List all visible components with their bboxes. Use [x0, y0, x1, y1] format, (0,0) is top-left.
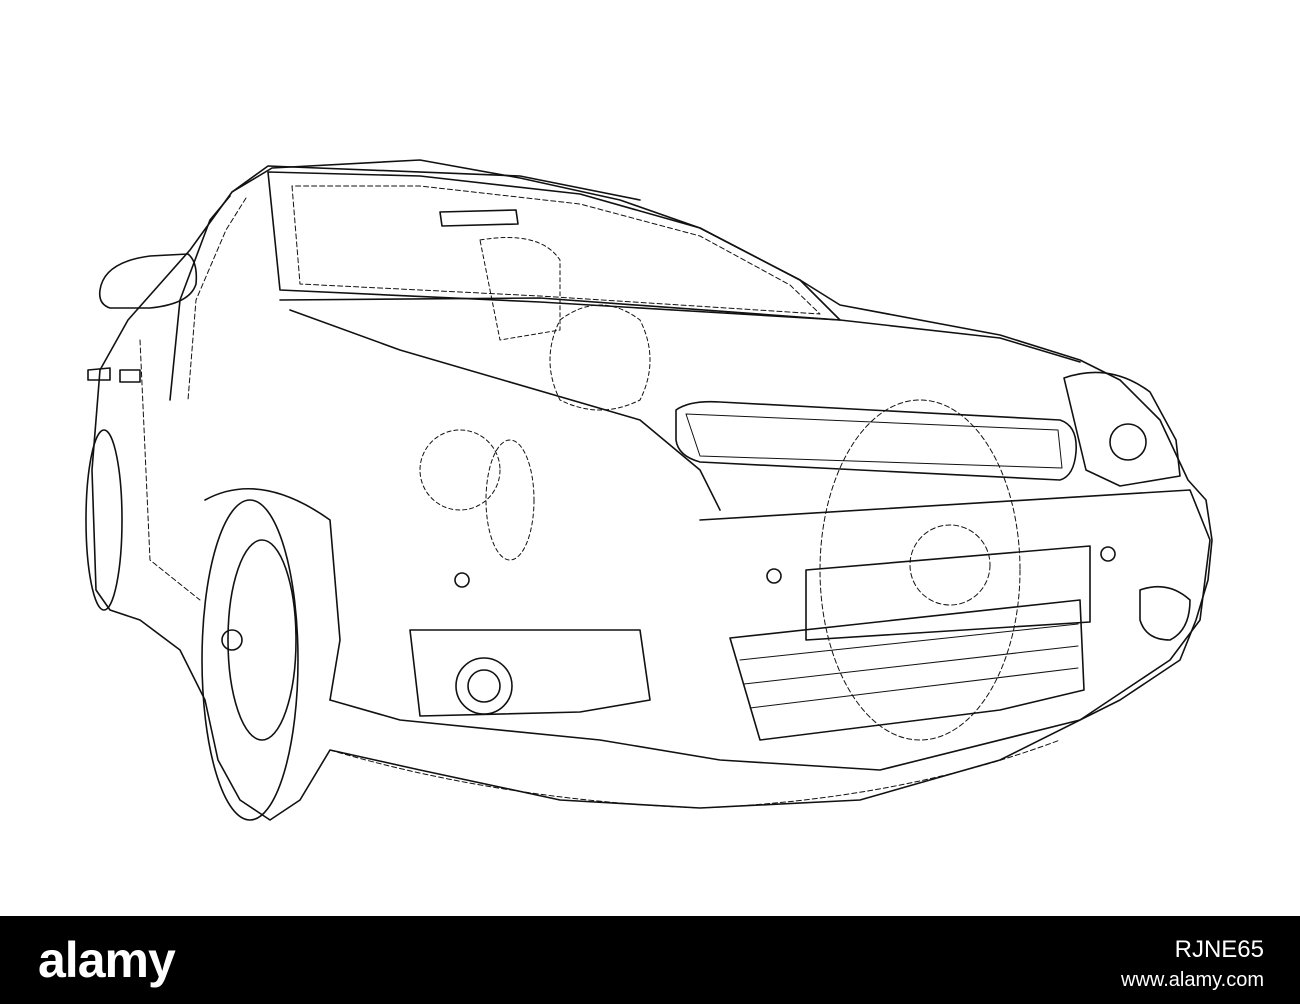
- bumper-bolt-1: [454, 572, 470, 588]
- front-left-rim: [227, 539, 297, 741]
- fog-light: [455, 657, 513, 715]
- rear-left-tire: [85, 429, 123, 611]
- car-wireframe-drawing: [0, 0, 1300, 916]
- car-wireframe-svg: [85, 159, 1213, 821]
- rear-view-mirror: [439, 209, 519, 227]
- hood-line: [279, 297, 1081, 363]
- lower-grille: [729, 599, 1085, 741]
- side-mirror: [98, 253, 198, 309]
- lower-grille-slat-2: [743, 645, 1079, 685]
- lower-grille-slat-1: [739, 623, 1079, 661]
- alamy-logo: alamy: [38, 928, 208, 992]
- alamy-logo-text: alamy: [38, 932, 176, 988]
- front-left-hub: [221, 629, 243, 651]
- windshield-frame: [267, 171, 841, 321]
- hood-crease: [289, 309, 721, 511]
- upper-grille: [675, 400, 1077, 481]
- front-right-hub: [909, 524, 991, 606]
- seat-outline: [479, 237, 561, 341]
- image-id: RJNE65: [1174, 936, 1264, 963]
- right-fog-light: [1139, 585, 1191, 641]
- stock-image-frame: alamy RJNE65 www.alamy.com: [0, 0, 1300, 1004]
- steering-wheel: [549, 304, 651, 411]
- a-pillar-inner: [187, 197, 247, 401]
- site-url: www.alamy.com: [1121, 969, 1264, 991]
- engine-part-1: [419, 429, 501, 511]
- headlight-lens: [1109, 423, 1147, 461]
- bumper-bolt-3: [1100, 546, 1116, 562]
- door-handle-2: [119, 369, 141, 383]
- fog-light-inner: [467, 669, 501, 703]
- front-left-tire: [201, 499, 299, 821]
- upper-grille-inner: [685, 413, 1063, 469]
- headlight: [1063, 371, 1181, 487]
- wheel-arch: [204, 488, 341, 701]
- engine-part-2: [485, 439, 535, 561]
- bumper-bolt-2: [766, 568, 782, 584]
- a-pillar: [169, 195, 231, 401]
- door-line: [139, 339, 201, 601]
- lower-grille-slat-3: [749, 667, 1079, 709]
- fog-light-housing: [409, 629, 651, 717]
- stock-banner: alamy RJNE65 www.alamy.com: [0, 916, 1300, 1004]
